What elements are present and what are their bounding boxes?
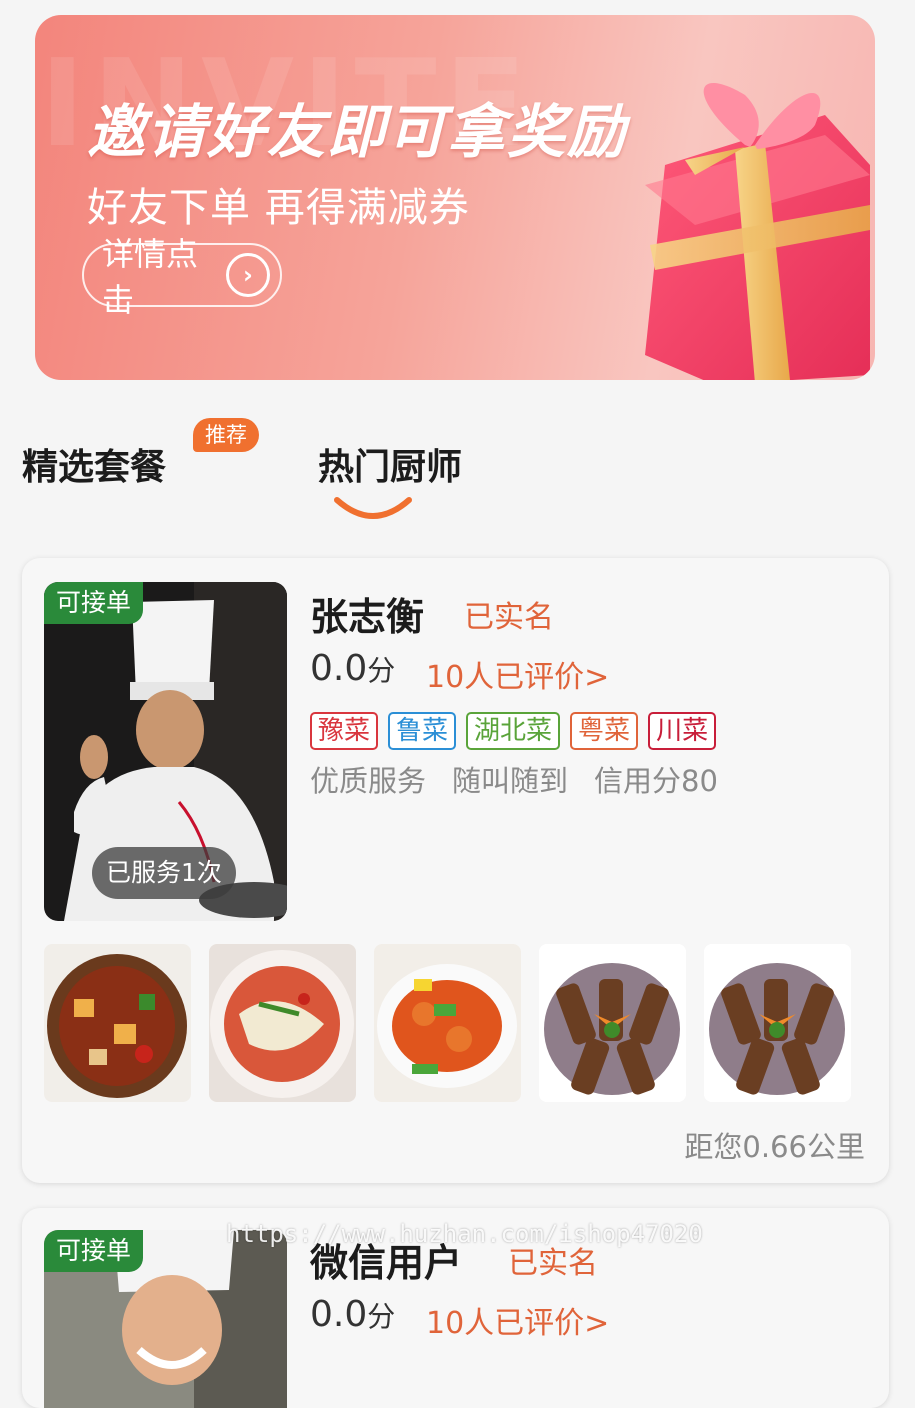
- chef-features: 优质服务 随叫随到 信用分80: [310, 758, 718, 800]
- served-count: 已服务1次: [92, 847, 236, 899]
- invite-banner[interactable]: INVITE 邀请好友即可拿奖励 好友下单 再得满减券 详情点击 ›: [35, 15, 875, 380]
- watermark-text: https://www.huzhan.com/ishop47020: [226, 1220, 703, 1248]
- distance-label: 距您0.66公里: [684, 1130, 865, 1164]
- reviews-link[interactable]: 10人已评价>: [426, 652, 609, 696]
- score-value: 0.0: [310, 648, 368, 689]
- gift-box-icon: [645, 83, 870, 380]
- cuisine-tag: 豫菜: [310, 712, 379, 750]
- score-unit: 分: [367, 654, 396, 687]
- available-badge: 可接单: [44, 582, 144, 624]
- tab-featured-packages[interactable]: 精选套餐: [22, 438, 166, 490]
- cuisine-tag: 川菜: [648, 712, 717, 750]
- banner-details-label: 详情点击: [102, 235, 199, 319]
- dish-photo[interactable]: [374, 944, 521, 1102]
- chevron-right-icon: ›: [226, 253, 270, 297]
- tab-popular-chefs[interactable]: 热门厨师: [318, 438, 462, 490]
- cuisine-tag: 鲁菜: [388, 712, 457, 750]
- dish-photo[interactable]: [704, 944, 851, 1102]
- feature-item: 信用分80: [594, 764, 718, 798]
- dish-image: [374, 944, 521, 1102]
- cuisine-tags: 豫菜 鲁菜 湖北菜 粤菜 川菜: [310, 712, 717, 750]
- active-tab-indicator: [334, 497, 412, 519]
- available-badge: 可接单: [44, 1230, 144, 1272]
- dish-photo[interactable]: [44, 944, 191, 1102]
- score-value: 0.0: [310, 1294, 368, 1335]
- feature-item: 随叫随到: [452, 764, 569, 798]
- banner-details-button[interactable]: 详情点击 ›: [82, 235, 282, 319]
- banner-subtitle: 好友下单 再得满减券: [87, 185, 470, 231]
- category-tabs: 精选套餐 推荐 热门厨师: [0, 400, 915, 530]
- dish-gallery: [44, 944, 851, 1102]
- verified-label: 已实名: [464, 600, 554, 635]
- chef-score: 0.0分: [310, 648, 395, 689]
- dish-image: [704, 944, 851, 1102]
- dish-image: [44, 944, 191, 1102]
- recommend-badge: 推荐: [193, 418, 259, 452]
- cuisine-tag: 粤菜: [570, 712, 639, 750]
- chef-score: 0.0分: [310, 1294, 395, 1335]
- chef-card[interactable]: 可接单 已服务1次 张志衡 已实名 0.0分 10人已评价> 豫菜 鲁菜 湖北菜…: [22, 558, 889, 1183]
- dish-photo[interactable]: [539, 944, 686, 1102]
- feature-item: 优质服务: [310, 764, 427, 798]
- dish-photo[interactable]: [209, 944, 356, 1102]
- dish-image: [209, 944, 356, 1102]
- cuisine-tag: 湖北菜: [466, 712, 561, 750]
- chef-photo[interactable]: 可接单 已服务1次: [44, 582, 287, 921]
- chef-photo[interactable]: 可接单: [44, 1230, 287, 1408]
- dish-image: [539, 944, 686, 1102]
- chef-name: 张志衡: [310, 595, 425, 639]
- score-unit: 分: [367, 1300, 396, 1333]
- reviews-link[interactable]: 10人已评价>: [426, 1298, 609, 1342]
- banner-title: 邀请好友即可拿奖励: [87, 98, 628, 166]
